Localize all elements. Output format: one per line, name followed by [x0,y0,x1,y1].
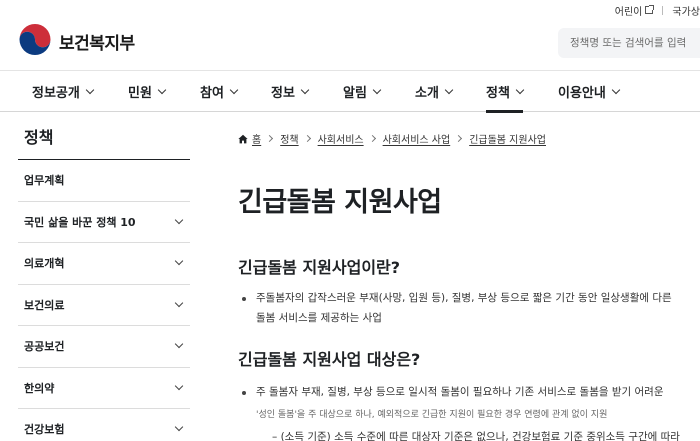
nav-usage-guide[interactable]: 이용안내 [558,71,621,112]
language-link[interactable]: 국가상 [672,3,700,18]
main-navigation: 정보공개 민원 참여 정보 알림 소개 정책 이용안내 [0,70,700,113]
nav-label: 알림 [343,86,367,101]
sidebar-item-public-health[interactable]: 공공보건 [18,326,190,368]
chevron-down-icon [174,298,184,307]
nav-about[interactable]: 소개 [415,71,454,112]
nav-label: 소개 [415,86,439,101]
nav-civil-petition[interactable]: 민원 [128,71,167,112]
sidebar-item-top10-policies[interactable]: 국민 삶을 바꾼 정책 10 [18,202,190,243]
chevron-right-icon [303,134,311,143]
page-title: 긴급돌봄 지원사업 [238,187,442,218]
taegeuk-logo-icon [19,24,51,57]
sidebar-item-medical-reform[interactable]: 의료개혁 [18,243,190,285]
nav-notice[interactable]: 알림 [343,71,382,112]
utility-divider [662,5,664,15]
nav-label: 정보 [271,86,295,101]
chevron-right-icon [266,134,274,143]
chevron-down-icon [515,85,525,94]
section-heading-about: 긴급돌봄 지원사업이란? [238,258,401,277]
search-input[interactable] [570,37,700,49]
section-target-income-criteria: – (소득 기준) 소득 수준에 따른 대상자 기준은 없으나, 건강보험료 기… [272,431,680,441]
breadcrumb-policy[interactable]: 정책 [280,131,298,146]
chevron-down-icon [174,215,184,224]
sidebar-item-label: 보건의료 [24,298,65,312]
logo-text: 보건복지부 [59,33,135,54]
sidebar-item-label: 건강보험 [24,423,65,437]
utility-bar: 어린이 국가상 [615,2,700,18]
nav-policy[interactable]: 정책 [486,71,525,113]
external-link-icon [645,5,655,14]
sidebar-item-health-insurance[interactable]: 건강보험 [18,409,190,441]
chevron-down-icon [85,85,95,94]
site-logo[interactable]: 보건복지부 [18,24,135,58]
nav-label: 정책 [486,86,510,101]
chevron-down-icon [174,423,184,432]
chevron-down-icon [174,381,184,390]
breadcrumb-social-service[interactable]: 사회서비스 [318,131,364,146]
sidebar-title: 정책 [18,112,190,160]
chevron-down-icon [444,85,454,94]
chevron-down-icon [229,85,239,94]
home-icon [238,134,248,143]
kids-link-label: 어린이 [614,6,643,18]
nav-label: 정보공개 [32,86,80,101]
bullet-dot [242,391,246,395]
nav-label: 이용안내 [558,86,606,101]
sidebar-item-label: 한의약 [24,381,55,395]
breadcrumb-current[interactable]: 긴급돌봄 지원사업 [469,131,546,146]
section-target-text-line1: 주 돌봄자 부재, 질병, 부상 등으로 일시적 돌봄이 필요하나 기존 서비스… [256,386,664,398]
breadcrumb: 홈 정책 사회서비스 사회서비스 사업 긴급돌봄 지원사업 [238,131,546,146]
nav-info-disclosure[interactable]: 정보공개 [32,71,95,112]
chevron-down-icon [174,257,184,266]
search-box [558,28,700,58]
chevron-down-icon [611,85,621,94]
sidebar-item-korean-medicine[interactable]: 한의약 [18,368,190,409]
section-about-text-line2: 돌봄 서비스를 제공하는 사업 [256,312,382,324]
breadcrumb-social-service-project[interactable]: 사회서비스 사업 [383,131,451,146]
nav-label: 참여 [200,86,224,101]
sidebar-item-work-plan[interactable]: 업무계획 [18,160,190,202]
section-target-note: '성인 돌봄'을 주 대상으로 하나, 예외적으로 긴급한 지원이 필요한 경우… [256,410,608,420]
chevron-down-icon [372,85,382,94]
site-header: 보건복지부 [0,18,700,70]
nav-participation[interactable]: 참여 [200,71,239,112]
sidebar-item-label: 공공보건 [24,340,65,354]
chevron-down-icon [174,340,184,349]
kids-link[interactable]: 어린이 [614,3,655,18]
sidebar-item-healthcare[interactable]: 보건의료 [18,285,190,326]
section-heading-target: 긴급돌봄 지원사업 대상은? [238,350,421,369]
sidebar-item-label: 업무계획 [24,174,65,188]
chevron-down-icon [157,85,167,94]
sidebar-item-label: 국민 삶을 바꾼 정책 10 [24,215,136,229]
breadcrumb-home[interactable]: 홈 [252,131,261,146]
sidebar: 정책 업무계획 국민 삶을 바꾼 정책 10 의료개혁 보건의료 공공보건 한의… [18,112,190,441]
bullet-dot [242,297,246,301]
sidebar-item-label: 의료개혁 [24,257,65,271]
nav-label: 민원 [128,86,152,101]
chevron-right-icon [455,134,463,143]
chevron-down-icon [300,85,310,94]
chevron-right-icon [368,134,376,143]
nav-information[interactable]: 정보 [271,71,310,112]
section-about-text-line1: 주돌봄자의 갑작스러운 부재(사망, 입원 등), 질병, 부상 등으로 짧은 … [256,292,672,304]
